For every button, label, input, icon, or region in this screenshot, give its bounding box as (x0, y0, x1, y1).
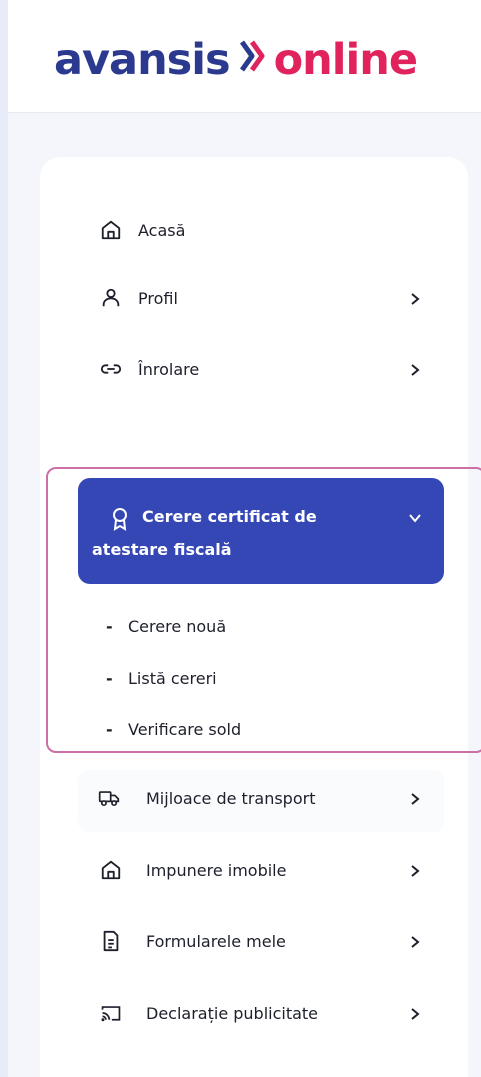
brand-chevron-icon (238, 30, 268, 90)
menu-item-label: Înrolare (138, 359, 200, 379)
submenu-item-list[interactable]: - Listă cereri (106, 669, 217, 688)
menu-item-label: Profil (138, 288, 178, 308)
menu-item-property-tax[interactable]: Impunere imobile (0, 850, 428, 890)
home-icon (100, 219, 122, 241)
submenu-item-balance[interactable]: - Verificare sold (106, 720, 241, 739)
building-icon (100, 859, 122, 881)
brand-suffix: online (273, 35, 418, 85)
menu-item-certificate[interactable]: Cerere certificat de atestare fiscală (78, 478, 444, 584)
menu-item-home[interactable]: Acasă (0, 210, 428, 250)
dash-icon: - (106, 720, 113, 739)
menu-item-my-forms[interactable]: Formularele mele (0, 921, 428, 961)
truck-icon (98, 787, 120, 809)
menu-item-label-line2: atestare fiscală (92, 540, 232, 559)
cast-icon (100, 1002, 122, 1024)
header: avansis online (8, 0, 481, 113)
menu-item-label: Mijloace de transport (146, 788, 316, 808)
award-icon (110, 507, 130, 535)
menu-item-transport[interactable]: Mijloace de transport (0, 778, 428, 818)
chevron-right-icon (408, 362, 422, 376)
menu-item-label: Acasă (138, 220, 186, 240)
link-icon (100, 358, 122, 380)
menu-item-ad-declaration[interactable]: Declarație publicitate (0, 993, 428, 1033)
menu-item-label-line1: Cerere certificat de (142, 507, 317, 526)
menu-item-enroll[interactable]: Înrolare (0, 349, 428, 389)
dash-icon: - (106, 669, 113, 688)
submenu-label: Verificare sold (128, 720, 242, 739)
chevron-right-icon (408, 1006, 422, 1020)
submenu-label: Cerere nouă (128, 617, 227, 636)
submenu-item-new[interactable]: - Cerere nouă (106, 617, 226, 636)
chevron-right-icon (408, 863, 422, 877)
brand-logo[interactable]: avansis online (54, 30, 418, 93)
menu-item-profile[interactable]: Profil (0, 278, 428, 318)
chevron-right-icon (408, 934, 422, 948)
chevron-down-icon (408, 510, 422, 529)
user-icon (100, 287, 122, 309)
chevron-right-icon (408, 791, 422, 805)
chevron-right-icon (408, 291, 422, 305)
document-icon (100, 930, 122, 952)
menu-item-label: Declarație publicitate (146, 1003, 319, 1023)
dash-icon: - (106, 617, 113, 636)
brand-name: avansis (54, 35, 231, 85)
menu-item-label: Formularele mele (146, 931, 286, 951)
submenu-label: Listă cereri (128, 669, 217, 688)
menu-item-label: Impunere imobile (146, 860, 287, 880)
